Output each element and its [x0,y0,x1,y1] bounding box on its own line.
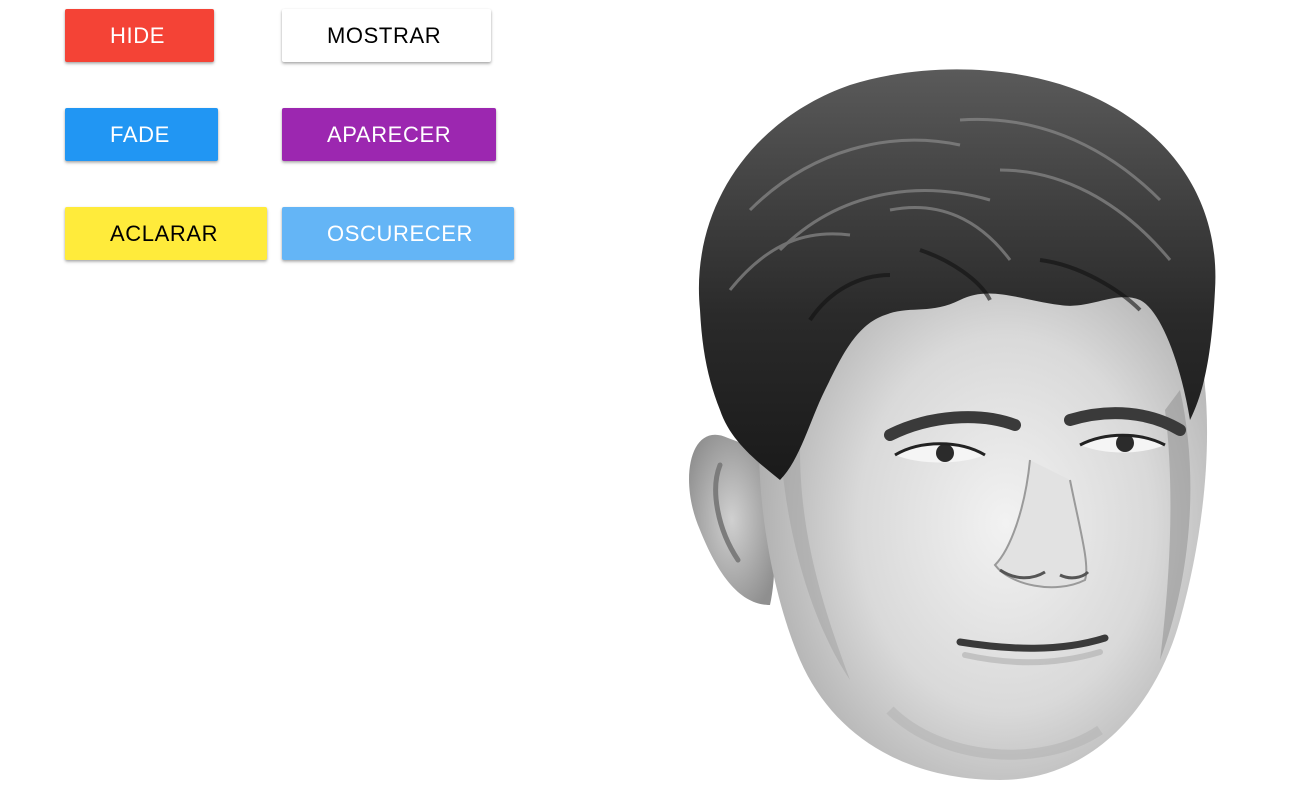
aparecer-button[interactable]: APARECER [282,108,496,161]
page: HIDE MOSTRAR FADE APARECER ACLARAR OSCUR… [0,0,1290,808]
mostrar-button[interactable]: MOSTRAR [282,9,491,62]
fade-button[interactable]: FADE [65,108,218,161]
hide-button[interactable]: HIDE [65,9,214,62]
face-image [689,69,1216,780]
oscurecer-button[interactable]: OSCURECER [282,207,514,260]
aclarar-button[interactable]: ACLARAR [65,207,267,260]
